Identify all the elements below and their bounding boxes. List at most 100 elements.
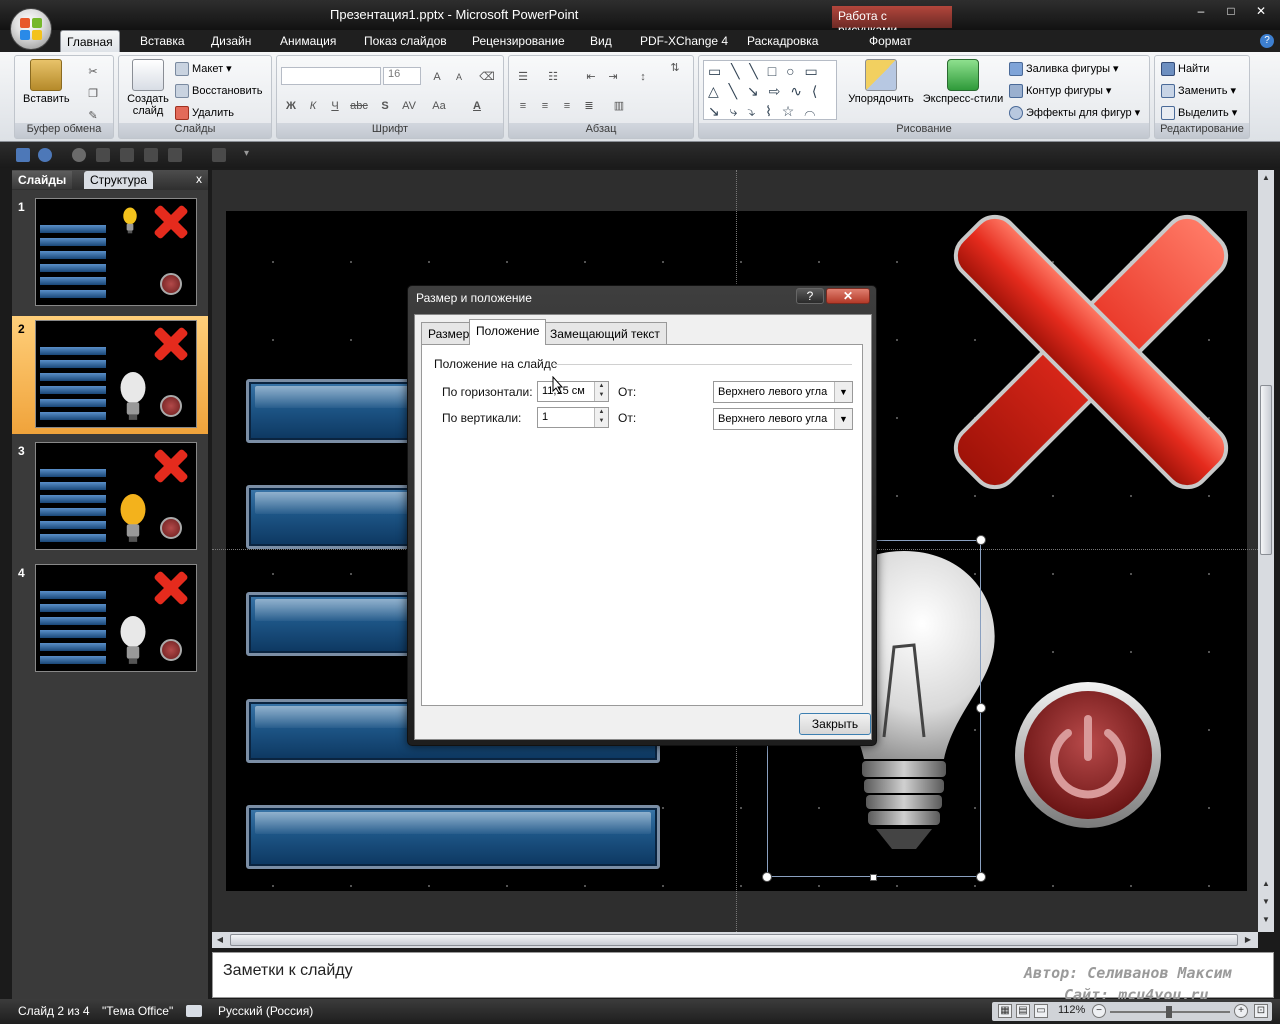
undo-icon[interactable] <box>38 148 52 162</box>
tab-view[interactable]: Вид <box>584 33 618 49</box>
font-size-combo[interactable]: 16 <box>383 67 421 85</box>
bullets-icon[interactable]: ☰ <box>513 67 533 85</box>
select-button[interactable]: Выделить ▾ <box>1161 104 1237 122</box>
scroll-down-icon[interactable]: ▼ <box>1260 896 1272 908</box>
bold-icon[interactable]: Ж <box>281 96 301 114</box>
increase-indent-icon[interactable]: ⇥ <box>603 67 623 85</box>
scroll-left-icon[interactable]: ◀ <box>214 934 226 946</box>
dialog-help-button[interactable]: ? <box>796 288 824 304</box>
align-right-icon[interactable]: ≡ <box>557 96 577 114</box>
panel-close-icon[interactable]: x <box>196 172 202 186</box>
font-color-icon[interactable]: A <box>467 96 487 114</box>
slide-blue-bar[interactable] <box>246 805 660 869</box>
tab-home[interactable]: Главная <box>60 30 120 52</box>
qat-item-icon[interactable] <box>168 148 182 162</box>
scroll-up-icon[interactable]: ▲ <box>1260 878 1272 890</box>
grow-font-icon[interactable]: A <box>427 67 447 85</box>
theme-name[interactable]: "Тема Office" <box>102 1004 173 1018</box>
reset-button[interactable]: Восстановить <box>175 82 262 100</box>
minimize-button[interactable]: – <box>1188 2 1214 20</box>
underline-icon[interactable]: Ч <box>325 96 345 114</box>
zoom-level[interactable]: 112% <box>1058 1004 1085 1016</box>
tab-slides-panel[interactable]: Слайды <box>12 171 73 189</box>
zoom-out-icon[interactable]: − <box>1092 1004 1106 1018</box>
cut-icon[interactable]: ✂ <box>83 62 103 80</box>
tab-design[interactable]: Дизайн <box>205 33 257 49</box>
copy-icon[interactable]: ❐ <box>83 84 103 102</box>
horizontal-from-select[interactable]: Верхнего левого угла ▼ <box>713 381 853 403</box>
change-case-icon[interactable]: Aa <box>429 96 449 114</box>
char-spacing-icon[interactable]: AV <box>399 96 419 114</box>
help-icon[interactable]: ? <box>1260 34 1274 48</box>
spellcheck-icon[interactable] <box>186 1005 202 1017</box>
scroll-right-icon[interactable]: ▶ <box>1242 934 1254 946</box>
horizontal-scrollbar[interactable]: ◀ ▶ <box>212 932 1258 948</box>
vertical-from-select[interactable]: Верхнего левого угла ▼ <box>713 408 853 430</box>
maximize-button[interactable]: □ <box>1218 2 1244 20</box>
close-button[interactable]: ✕ <box>1248 2 1274 20</box>
slide-thumbnail[interactable]: 4 <box>12 560 208 678</box>
save-icon[interactable] <box>16 148 30 162</box>
tab-outline-panel[interactable]: Структура <box>84 171 153 189</box>
qat-item-icon[interactable] <box>120 148 134 162</box>
qat-item-icon[interactable] <box>144 148 158 162</box>
tab-format[interactable]: Формат <box>863 33 918 49</box>
shadow-icon[interactable]: S <box>375 96 395 114</box>
slide-thumbnail[interactable]: 1 <box>12 194 208 312</box>
scroll-down-icon[interactable]: ▼ <box>1260 914 1272 926</box>
quick-styles-button[interactable]: Экспресс-стили <box>921 59 1005 105</box>
vertical-spinner-icon[interactable]: ▲ ▼ <box>594 408 608 427</box>
zoom-slider-knob[interactable] <box>1166 1006 1172 1018</box>
format-painter-icon[interactable]: ✎ <box>83 106 103 124</box>
resize-handle[interactable] <box>976 703 986 713</box>
tab-animation[interactable]: Анимация <box>274 33 342 49</box>
language-indicator[interactable]: Русский (Россия) <box>218 1004 313 1018</box>
redo-icon[interactable] <box>72 148 86 162</box>
chevron-down-icon[interactable]: ▼ <box>834 409 852 429</box>
qat-item-icon[interactable] <box>212 148 226 162</box>
replace-button[interactable]: Заменить ▾ <box>1161 82 1236 100</box>
resize-handle[interactable] <box>870 874 877 881</box>
align-center-icon[interactable]: ≡ <box>535 96 555 114</box>
tab-slideshow[interactable]: Показ слайдов <box>358 33 453 49</box>
tab-size[interactable]: Размер <box>421 322 477 344</box>
align-left-icon[interactable]: ≡ <box>513 96 533 114</box>
horizontal-scroll-thumb[interactable] <box>230 934 1238 946</box>
zoom-slider[interactable] <box>1110 1006 1230 1018</box>
decrease-indent-icon[interactable]: ⇤ <box>581 67 601 85</box>
layout-button[interactable]: Макет ▾ <box>175 60 232 78</box>
chevron-down-icon[interactable]: ▼ <box>834 382 852 402</box>
zoom-in-icon[interactable]: + <box>1234 1004 1248 1018</box>
shrink-font-icon[interactable]: A <box>449 67 469 85</box>
tab-pdf-xchange[interactable]: PDF-XChange 4 <box>634 33 734 49</box>
resize-handle[interactable] <box>976 535 986 545</box>
dialog-close-button[interactable]: Закрыть <box>799 713 871 735</box>
horizontal-position-input[interactable]: 11,15 см ▲ ▼ <box>537 381 609 402</box>
resize-handle[interactable] <box>762 872 772 882</box>
text-direction-icon[interactable]: ⇅ <box>665 58 685 76</box>
qat-customize-icon[interactable]: ▾ <box>244 148 258 162</box>
strikethrough-icon[interactable]: abc <box>349 96 369 114</box>
clear-format-icon[interactable]: ⌫ <box>477 67 497 85</box>
font-name-combo[interactable] <box>281 67 381 85</box>
tab-insert[interactable]: Вставка <box>134 33 191 49</box>
justify-icon[interactable]: ≣ <box>579 96 599 114</box>
resize-handle[interactable] <box>976 872 986 882</box>
normal-view-icon[interactable]: ▦ <box>998 1004 1012 1018</box>
slideshow-view-icon[interactable]: ▭ <box>1034 1004 1048 1018</box>
tab-review[interactable]: Рецензирование <box>466 33 571 49</box>
find-button[interactable]: Найти <box>1161 60 1209 78</box>
shapes-gallery[interactable]: ▭ ╲ ╲ □ ○ ▭ △ ╲ ↘ ⇨ ∿ ⟨ ↘ ⤷ ⤵ ⌇ ☆ ⌒ <box>703 60 837 120</box>
vertical-scroll-thumb[interactable] <box>1260 385 1272 555</box>
dialog-close-icon[interactable]: ✕ <box>826 288 870 304</box>
shape-effects-button[interactable]: Эффекты для фигур ▾ <box>1009 104 1140 122</box>
numbering-icon[interactable]: ☷ <box>543 67 563 85</box>
slide-sorter-icon[interactable]: ▤ <box>1016 1004 1030 1018</box>
power-button-shape[interactable] <box>1012 679 1164 831</box>
horizontal-spinner-icon[interactable]: ▲ ▼ <box>594 382 608 401</box>
vertical-scrollbar[interactable]: ▲ ▲ ▼ ▼ <box>1258 170 1274 932</box>
columns-icon[interactable]: ▥ <box>609 96 629 114</box>
vertical-position-input[interactable]: 1 ▲ ▼ <box>537 407 609 428</box>
shape-outline-button[interactable]: Контур фигуры ▾ <box>1009 82 1111 100</box>
arrange-button[interactable]: Упорядочить <box>843 59 919 105</box>
